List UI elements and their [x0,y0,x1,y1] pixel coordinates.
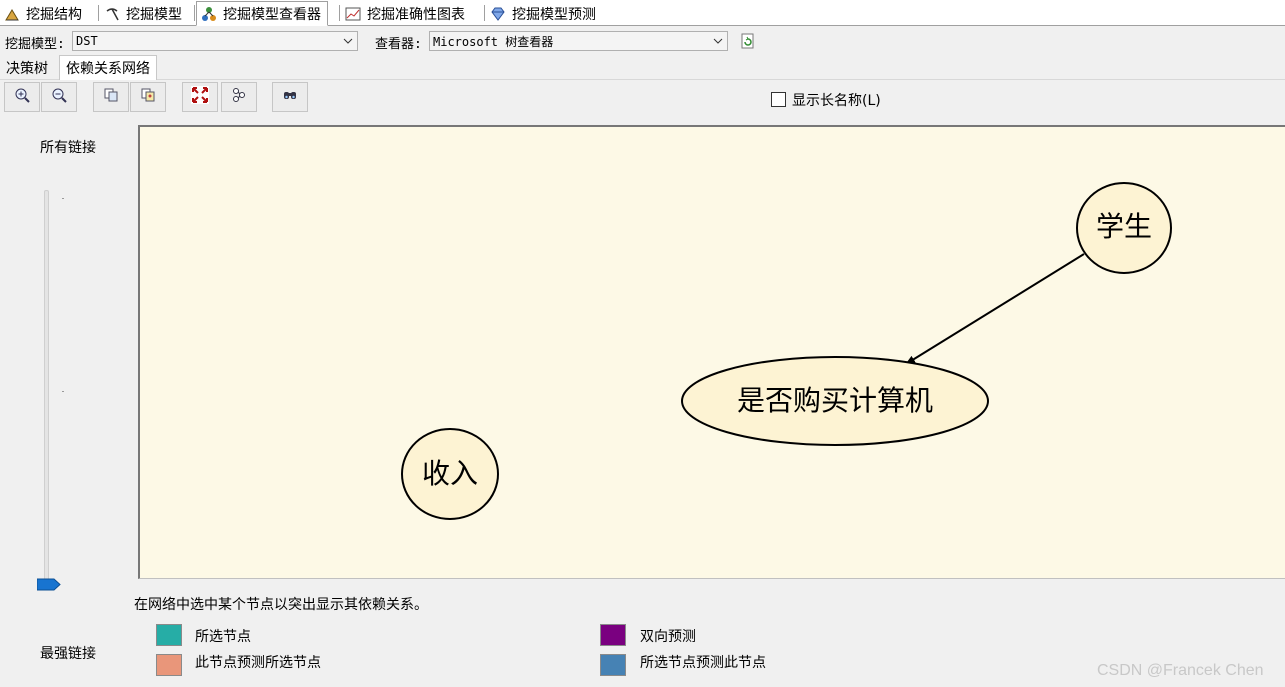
accuracy-chart-icon [345,6,361,22]
tab-divider [194,5,195,21]
zoom-out-button[interactable] [41,82,77,112]
zoom-in-icon [14,87,30,107]
layout-button[interactable] [221,82,257,112]
fit-to-window-button[interactable] [182,82,218,112]
find-node-button[interactable] [272,82,308,112]
legend-label-selected-node: 所选节点 [195,629,251,645]
dependency-network-canvas[interactable]: 学生 是否购买计算机 收入 [138,125,1285,579]
legend-swatch-selected-node [156,624,182,646]
tab-model-prediction[interactable]: 挖掘模型预测 [486,2,602,25]
model-select[interactable]: DST [72,31,358,51]
network-graph [401,182,1172,520]
zoom-out-icon [51,87,67,107]
copy-icon [103,87,119,107]
viewer-select-value: Microsoft 树查看器 [433,34,554,49]
slider-bottom-label: 最强链接 [40,646,96,662]
tab-mining-model[interactable]: 挖掘模型 [100,2,188,25]
tab-strip [0,0,1285,26]
link-strength-slider[interactable] [44,190,49,585]
tab-divider [484,5,485,21]
tab-accuracy-chart[interactable]: 挖掘准确性图表 [341,2,471,25]
hint-text: 在网络中选中某个节点以突出显示其依赖关系。 [134,597,428,613]
node-label-income: 收入 [421,457,479,490]
slider-top-label: 所有链接 [40,140,96,156]
chevron-down-icon [709,32,727,50]
show-long-names-label[interactable]: 显示长名称(L) [792,90,881,110]
find-node-icon [282,87,298,107]
tab-label: 挖掘结构 [26,6,82,23]
legend-label-bidirectional: 双向预测 [640,629,696,645]
copy-image-icon [140,87,156,107]
model-label: 挖掘模型: [5,37,65,52]
legend-label-predicts-selected: 此节点预测所选节点 [195,655,321,671]
tab-label: 挖掘模型 [126,6,182,23]
slider-tick [62,391,64,392]
subtab-divider [0,79,1285,80]
subtab-label: 决策树 [6,61,48,77]
legend-swatch-selected-predicts [600,654,626,676]
diamond-icon [490,6,506,22]
tab-label: 挖掘模型预测 [512,6,596,23]
slider-tick [62,198,64,199]
legend-label-selected-predicts: 所选节点预测此节点 [640,655,766,671]
tab-label: 挖掘模型查看器 [223,6,321,23]
edge-student-to-buy [905,253,1085,365]
tab-divider [98,5,99,21]
show-long-names-checkbox[interactable] [771,92,786,107]
model-viewer-icon [201,6,217,22]
layout-icon [231,87,247,107]
legend-swatch-predicts-selected [156,654,182,676]
pickaxe-icon [104,6,120,22]
tab-mining-structure[interactable]: 挖掘结构 [0,2,88,25]
refresh-icon[interactable] [740,33,756,49]
model-select-value: DST [76,34,98,48]
copy-button[interactable] [93,82,129,112]
tab-divider [339,5,340,21]
chevron-down-icon [339,32,357,50]
node-label-buy-computer: 是否购买计算机 [736,384,934,417]
tab-label: 挖掘准确性图表 [367,6,465,23]
tab-decision-tree[interactable]: 决策树 [0,57,54,79]
mining-structure-icon [4,6,20,22]
fit-to-window-icon [191,86,209,108]
node-label-student: 学生 [1095,210,1153,243]
viewer-select[interactable]: Microsoft 树查看器 [429,31,728,51]
legend-swatch-bidirectional [600,624,626,646]
copy-image-button[interactable] [130,82,166,112]
tab-dependency-network[interactable]: 依赖关系网络 [59,55,157,80]
tab-model-viewer[interactable]: 挖掘模型查看器 [196,1,328,26]
zoom-in-button[interactable] [4,82,40,112]
viewer-label: 查看器: [375,37,422,52]
subtab-label: 依赖关系网络 [66,61,150,77]
slider-thumb[interactable] [36,578,61,591]
watermark: CSDN @Francek Chen [1097,662,1264,679]
